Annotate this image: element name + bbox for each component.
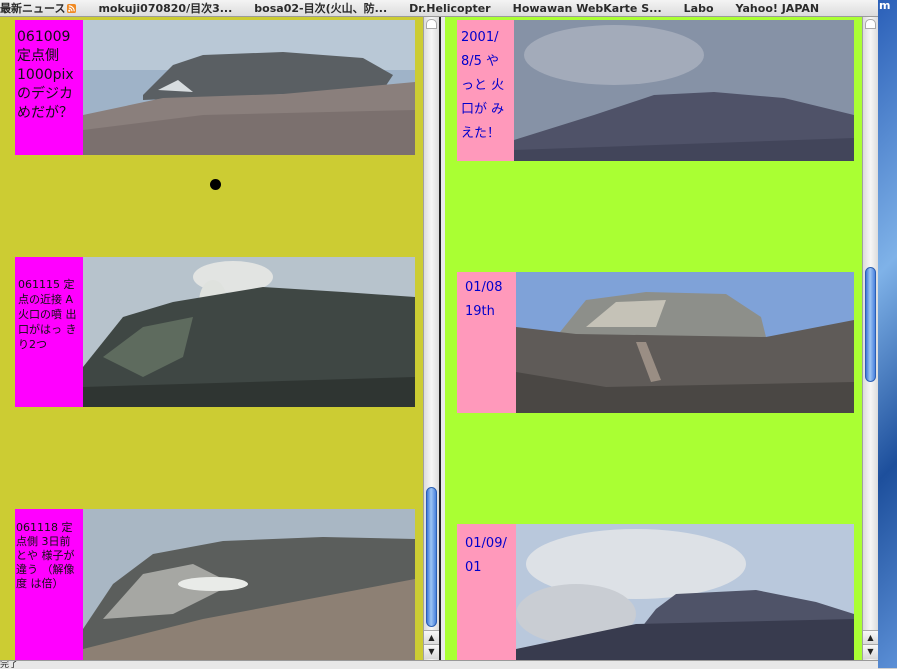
right-entry-3: 01/09/ 01 (457, 524, 854, 660)
scrollbar-top-cap (426, 19, 437, 29)
desktop-label: m (879, 0, 891, 12)
scrollbar-top-cap (865, 19, 876, 29)
entry-label: 061118 定点側 3日前とや 様子が違う （解像度 は倍） (15, 509, 83, 660)
rss-icon (67, 3, 77, 13)
entry-label: 2001/ 8/5 やっと 火口が みえた！ (457, 20, 514, 161)
entry-label: 061009 定点側 1000pix のデジカ めだが？ (15, 20, 83, 155)
scroll-up-arrow[interactable]: ▲ (863, 630, 878, 645)
right-entry-2: 01/08 19th (457, 272, 854, 413)
right-entry-1: 2001/ 8/5 やっと 火口が みえた！ (457, 20, 854, 161)
bookmark-dr-helicopter[interactable]: Dr.Helicopter (409, 2, 490, 15)
bookmark-bosa02[interactable]: bosa02-目次(火山、防... (254, 0, 387, 16)
right-frame: 2001/ 8/5 やっと 火口が みえた！ 01/08 19th 01/09/… (445, 17, 862, 660)
left-entry-2: 061115 定点の近接 A火口の噴 出口がはっ きり2つ (15, 257, 415, 407)
volcano-photo-01-09-01[interactable] (516, 524, 854, 660)
black-dot (210, 179, 221, 190)
left-frame: 061009 定点側 1000pix のデジカ めだが？ 061115 定点の近… (0, 17, 423, 660)
volcano-photo-061118[interactable] (83, 509, 415, 660)
bookmarks-bar: 最新ニュース mokuji070820/目次3... bosa02-目次(火山、… (0, 0, 878, 17)
left-scrollbar[interactable]: ▲ ▼ (423, 17, 439, 660)
scroll-thumb[interactable] (426, 487, 437, 627)
bookmark-news[interactable]: 最新ニュース (0, 0, 77, 16)
volcano-photo-01-08-19[interactable] (516, 272, 854, 413)
bookmark-mokuji[interactable]: mokuji070820/目次3... (98, 0, 232, 16)
volcano-photo-061115[interactable] (83, 257, 415, 407)
entry-label: 061115 定点の近接 A火口の噴 出口がはっ きり2つ (15, 257, 83, 407)
entry-label: 01/09/ 01 (457, 524, 516, 660)
desktop-background (878, 0, 897, 668)
scroll-down-arrow[interactable]: ▼ (424, 644, 439, 659)
left-entry-1: 061009 定点側 1000pix のデジカ めだが？ (15, 20, 415, 155)
scroll-up-arrow[interactable]: ▲ (424, 630, 439, 645)
scroll-down-arrow[interactable]: ▼ (863, 644, 878, 659)
entry-label: 01/08 19th (457, 272, 516, 413)
volcano-photo-2001-08-05[interactable] (514, 20, 854, 161)
volcano-photo-061009[interactable] (83, 20, 415, 155)
bookmark-howawan[interactable]: Howawan WebKarte S... (513, 2, 662, 15)
left-entry-3: 061118 定点側 3日前とや 様子が違う （解像度 は倍） (15, 509, 415, 660)
right-scrollbar[interactable]: ▲ ▼ (862, 17, 878, 660)
bookmark-labo[interactable]: Labo (684, 2, 714, 15)
bookmark-yahoo[interactable]: Yahoo! JAPAN (736, 2, 820, 15)
scroll-thumb[interactable] (865, 267, 876, 382)
